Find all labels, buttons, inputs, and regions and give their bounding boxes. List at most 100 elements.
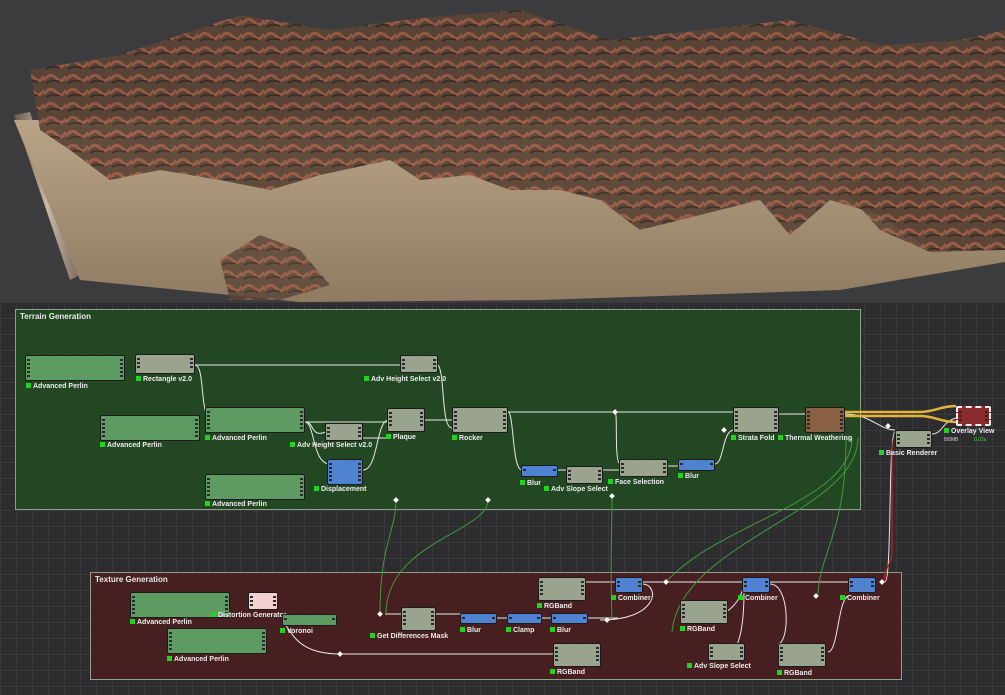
status-led-icon [544, 486, 549, 491]
blur-node[interactable] [551, 613, 588, 624]
plaque-node[interactable] [387, 408, 425, 432]
rgband-node[interactable] [778, 643, 826, 667]
adv-height-select-node[interactable] [325, 423, 363, 441]
node-label: Get Differences Mask [370, 632, 448, 641]
node-label-text: Blur [527, 480, 541, 487]
combiner-node[interactable] [615, 577, 643, 593]
status-led-icon [678, 473, 683, 478]
voronoi-node[interactable] [282, 614, 337, 626]
advanced-perlin-node[interactable] [205, 474, 305, 500]
node-label-text: RGBand [544, 603, 572, 610]
node-label: Adv Slope Select [544, 485, 608, 494]
node-label: Combiner [840, 594, 880, 603]
adv-height-select-node[interactable] [400, 355, 438, 373]
distortion-generator-node[interactable] [248, 592, 278, 610]
status-led-icon [130, 619, 135, 624]
status-led-icon [211, 612, 216, 617]
status-led-icon [452, 435, 457, 440]
node-label-text: Advanced Perlin [212, 501, 267, 508]
node-label-text: Displacement [321, 486, 367, 493]
node-label: Plaque [386, 433, 416, 442]
advanced-perlin-node[interactable] [167, 628, 267, 654]
node-label-text: Overlay View [951, 428, 995, 435]
advanced-perlin-node[interactable] [25, 355, 125, 381]
node-label-text: Adv Slope Select [551, 486, 608, 493]
status-led-icon [687, 663, 692, 668]
node-label: RGBand [680, 625, 715, 634]
rgband-node[interactable] [680, 600, 728, 624]
status-led-icon [520, 480, 525, 485]
node-label: Basic Renderer [879, 449, 937, 458]
status-led-icon [280, 628, 285, 633]
node-label: Blur [550, 626, 571, 635]
node-label-text: Plaque [393, 434, 416, 441]
strata-fold-node[interactable] [733, 407, 779, 433]
node-graph-canvas[interactable]: Terrain Generation Texture Generation Ad… [0, 302, 1005, 695]
displacement-node[interactable] [327, 459, 363, 485]
get-differences-mask-node[interactable] [401, 607, 436, 631]
node-label: Combiner [611, 594, 651, 603]
basic-renderer-node[interactable] [895, 430, 932, 448]
thermal-weathering-node[interactable] [805, 407, 845, 433]
node-label-text: Distortion Generator [218, 612, 287, 619]
node-label: Adv Height Select v2.0 [364, 375, 446, 384]
node-label-text: RGBand [557, 669, 585, 676]
node-label-text: Rocker [459, 435, 483, 442]
node-label-text: RGBand [687, 626, 715, 633]
node-label-text: Face Selection [615, 479, 665, 486]
status-led-icon [550, 627, 555, 632]
node-label: Strata Fold [731, 434, 775, 443]
status-led-icon [550, 669, 555, 674]
status-led-icon [386, 434, 391, 439]
status-led-icon [364, 376, 369, 381]
node-label-text: Advanced Perlin [33, 383, 88, 390]
status-led-icon [205, 501, 210, 506]
adv-slope-select-node[interactable] [708, 643, 745, 661]
node-label: Voronoi [280, 627, 313, 636]
status-led-icon [777, 670, 782, 675]
node-label: Clamp [506, 626, 534, 635]
node-label-text: RGBand [784, 670, 812, 677]
node-label: Advanced Perlin [26, 382, 88, 391]
status-led-icon [100, 442, 105, 447]
status-led-icon [460, 627, 465, 632]
advanced-perlin-node[interactable] [100, 415, 200, 441]
status-led-icon [611, 595, 616, 600]
rocker-node[interactable] [452, 407, 508, 433]
overlay-view-time: 0.02s [974, 437, 987, 443]
node-label-text: Basic Renderer [886, 450, 938, 457]
node-label-text: Advanced Perlin [107, 442, 162, 449]
node-label: Blur [678, 472, 699, 481]
status-led-icon [136, 376, 141, 381]
advanced-perlin-node[interactable] [205, 407, 305, 433]
combiner-node[interactable] [742, 577, 770, 593]
status-led-icon [290, 442, 295, 447]
status-led-icon [537, 603, 542, 608]
status-led-icon [205, 435, 210, 440]
node-label: Advanced Perlin [167, 655, 229, 664]
blur-node[interactable] [678, 459, 715, 471]
overlay-view-node[interactable] [956, 406, 991, 426]
blur-node[interactable] [521, 465, 558, 477]
node-label: Distortion Generator [211, 611, 286, 620]
node-label-text: Advanced Perlin [212, 435, 267, 442]
node-label: Rocker [452, 434, 483, 443]
blur-node[interactable] [460, 613, 497, 624]
node-label: Thermal Weathering [778, 434, 852, 443]
status-led-icon [944, 428, 949, 433]
terrain-3d-viewport[interactable] [0, 0, 1005, 302]
adv-slope-select-node[interactable] [566, 466, 603, 484]
face-selection-node[interactable] [619, 459, 668, 477]
node-label: Adv Height Select v2.0 [290, 441, 372, 450]
node-label-text: Strata Fold [738, 435, 775, 442]
status-led-icon [370, 633, 375, 638]
combiner-node[interactable] [848, 577, 876, 593]
rgband-node[interactable] [553, 643, 601, 667]
status-led-icon [879, 450, 884, 455]
rgband-node[interactable] [538, 577, 586, 601]
clamp-node[interactable] [507, 613, 542, 624]
node-label: RGBand [550, 668, 585, 677]
node-label-text: Get Differences Mask [377, 633, 449, 640]
rectangle-node[interactable] [135, 354, 195, 374]
node-label-text: Clamp [513, 627, 535, 634]
